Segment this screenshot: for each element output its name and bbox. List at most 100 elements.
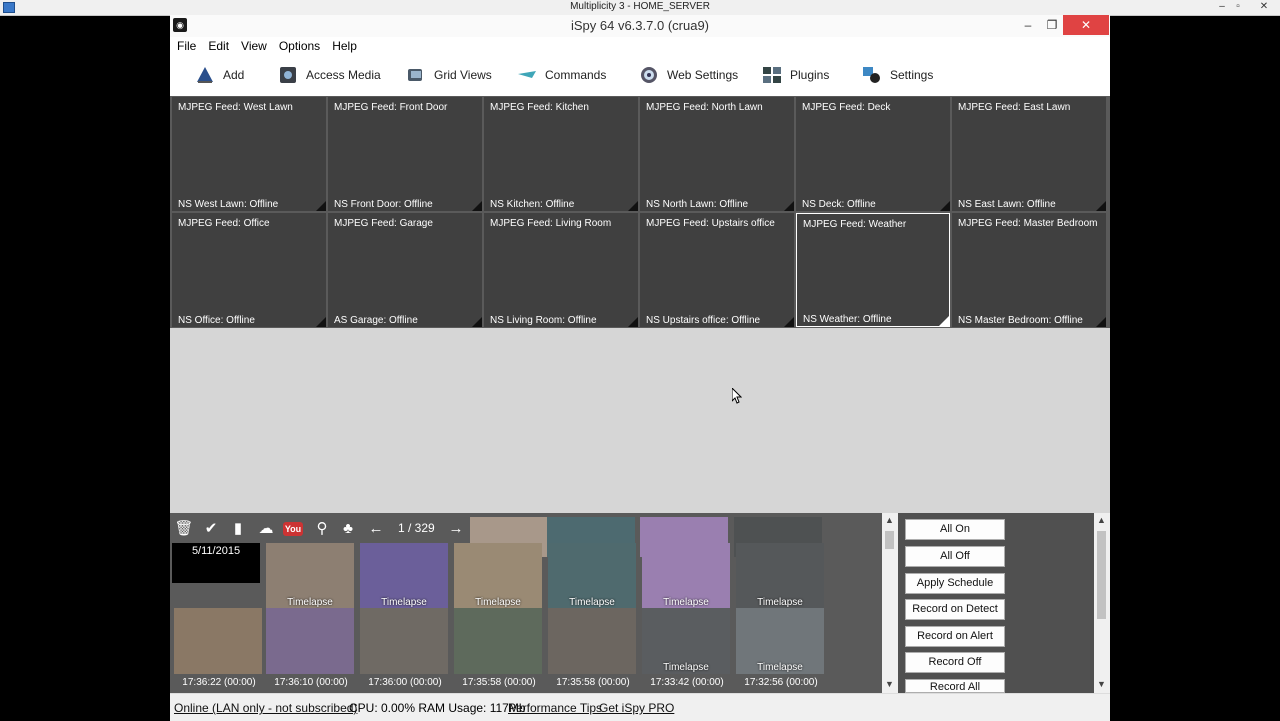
grid-views-icon: [408, 69, 422, 81]
camera-title: MJPEG Feed: Weather: [803, 219, 907, 230]
camera-title: MJPEG Feed: Deck: [802, 102, 891, 113]
media-thumbnail[interactable]: Timelapse: [548, 543, 636, 609]
thumbnail-time: 17:35:58 (00:00): [462, 677, 536, 688]
media-thumbnail[interactable]: Timelapse: [642, 543, 730, 609]
camera-tile[interactable]: MJPEG Feed: West Lawn NS West Lawn: Offli…: [172, 97, 326, 211]
check-icon[interactable]: ✔: [201, 519, 221, 539]
camera-tile[interactable]: MJPEG Feed: Kitchen NS Kitchen: Offline: [484, 97, 638, 211]
resize-handle-icon[interactable]: [316, 201, 326, 211]
outer-restore-button[interactable]: ▫: [1230, 0, 1246, 14]
resize-handle-icon[interactable]: [316, 317, 326, 327]
media-thumbnail[interactable]: [174, 608, 262, 674]
thumbnail-label: Timelapse: [287, 597, 333, 608]
commands-icon: [518, 71, 536, 78]
add-icon: [197, 67, 213, 83]
get-ispy-pro-link[interactable]: Get iSpy PRO: [599, 701, 674, 715]
camera-status: NS West Lawn: Offline: [178, 199, 279, 210]
camera-tile-selected[interactable]: MJPEG Feed: Weather NS Weather: Offline: [796, 213, 950, 327]
camera-tile[interactable]: MJPEG Feed: Deck NS Deck: Offline: [796, 97, 950, 211]
menu-edit[interactable]: Edit: [202, 37, 235, 55]
upload-cloud-icon[interactable]: ☁: [256, 519, 276, 539]
access-media-button[interactable]: Access Media: [278, 65, 381, 85]
camera-title: MJPEG Feed: Front Door: [334, 102, 448, 113]
resize-handle-icon[interactable]: [472, 201, 482, 211]
media-scrollbar[interactable]: ▲ ▼: [882, 513, 898, 693]
archive-icon[interactable]: ▮: [228, 519, 248, 539]
resize-handle-icon[interactable]: [784, 317, 794, 327]
resize-handle-icon[interactable]: [939, 316, 949, 326]
camera-tile[interactable]: MJPEG Feed: Garage AS Garage: Offline: [328, 213, 482, 327]
outer-close-button[interactable]: ✕: [1256, 0, 1272, 14]
menu-view[interactable]: View: [235, 37, 273, 55]
settings-icon: [863, 67, 880, 83]
resize-handle-icon[interactable]: [628, 317, 638, 327]
media-thumbnail[interactable]: Timelapse: [736, 543, 824, 609]
resize-handle-icon[interactable]: [472, 317, 482, 327]
camera-tile[interactable]: MJPEG Feed: Office NS Office: Offline: [172, 213, 326, 327]
scroll-up-icon[interactable]: ▲: [885, 515, 894, 525]
resize-handle-icon[interactable]: [628, 201, 638, 211]
grid-views-button[interactable]: Grid Views: [406, 65, 492, 85]
record-on-alert-button[interactable]: Record on Alert: [905, 626, 1005, 647]
menu-help[interactable]: Help: [326, 37, 363, 55]
media-thumbnail[interactable]: [266, 608, 354, 674]
performance-tips-link[interactable]: Performance Tips: [508, 701, 602, 715]
share-icon[interactable]: ♣: [338, 519, 358, 539]
menu-options[interactable]: Options: [273, 37, 326, 55]
scroll-down-icon[interactable]: ▼: [885, 679, 894, 689]
search-icon[interactable]: ⚲: [312, 519, 332, 539]
scroll-down-icon[interactable]: ▼: [1097, 679, 1106, 689]
apply-schedule-button[interactable]: Apply Schedule: [905, 573, 1005, 594]
close-button[interactable]: ✕: [1063, 15, 1109, 35]
camera-tile[interactable]: MJPEG Feed: Master Bedroom NS Master Bedr…: [952, 213, 1106, 327]
resize-handle-icon[interactable]: [940, 201, 950, 211]
commands-button[interactable]: Commands: [517, 65, 606, 85]
camera-tile[interactable]: MJPEG Feed: Living Room NS Living Room: O…: [484, 213, 638, 327]
previous-page-icon[interactable]: ←: [366, 519, 386, 539]
date-label: 5/11/2015: [191, 545, 241, 557]
camera-title: MJPEG Feed: West Lawn: [178, 102, 293, 113]
camera-status: NS East Lawn: Offline: [958, 199, 1056, 210]
plugins-button[interactable]: Plugins: [762, 65, 829, 85]
next-page-icon[interactable]: →: [446, 519, 466, 539]
remote-desktop-title: Multiplicity 3 - HOME_SERVER: [570, 1, 710, 12]
menu-file[interactable]: File: [171, 37, 202, 55]
media-thumbnail[interactable]: Timelapse: [266, 543, 354, 609]
resize-handle-icon[interactable]: [1096, 317, 1106, 327]
camera-title: MJPEG Feed: Office: [178, 218, 270, 229]
main-toolbar: Add Access Media Grid Views Commands Web…: [170, 55, 1110, 97]
media-thumbnail[interactable]: Timelapse: [454, 543, 542, 609]
web-settings-button[interactable]: Web Settings: [639, 65, 738, 85]
add-button[interactable]: Add: [195, 65, 244, 85]
resize-handle-icon[interactable]: [784, 201, 794, 211]
camera-tile[interactable]: MJPEG Feed: East Lawn NS East Lawn: Offli…: [952, 97, 1106, 211]
media-thumbnail[interactable]: Timelapse: [642, 608, 730, 674]
delete-icon[interactable]: 🗑: [174, 519, 194, 539]
all-on-button[interactable]: All On: [905, 519, 1005, 540]
camera-tile[interactable]: MJPEG Feed: Upstairs office NS Upstairs o…: [640, 213, 794, 327]
media-thumbnail[interactable]: [454, 608, 542, 674]
media-thumbnail[interactable]: [360, 608, 448, 674]
scroll-up-icon[interactable]: ▲: [1097, 515, 1106, 525]
command-scrollbar[interactable]: ▲ ▼: [1094, 513, 1110, 693]
workspace-area[interactable]: [170, 328, 1110, 513]
date-header: 5/11/2015: [172, 543, 260, 583]
record-off-button[interactable]: Record Off: [905, 652, 1005, 673]
all-off-button[interactable]: All Off: [905, 546, 1005, 567]
resize-handle-icon[interactable]: [1096, 201, 1106, 211]
thumbnail-time: 17:36:22 (00:00): [182, 677, 256, 688]
settings-button[interactable]: Settings: [862, 65, 933, 85]
scroll-thumb[interactable]: [1097, 531, 1106, 619]
media-thumbnail[interactable]: Timelapse: [360, 543, 448, 609]
online-status-link[interactable]: Online (LAN only - not subscribed): [174, 701, 357, 715]
camera-tile[interactable]: MJPEG Feed: North Lawn NS North Lawn: Off…: [640, 97, 794, 211]
record-on-detect-button[interactable]: Record on Detect: [905, 599, 1005, 620]
record-all-button[interactable]: Record All: [905, 679, 1005, 693]
outer-minimize-button[interactable]: –: [1214, 0, 1230, 14]
youtube-icon[interactable]: You: [283, 522, 303, 536]
media-thumbnail[interactable]: [548, 608, 636, 674]
camera-status: NS Kitchen: Offline: [490, 199, 575, 210]
scroll-thumb[interactable]: [885, 531, 894, 549]
media-thumbnail[interactable]: Timelapse: [736, 608, 824, 674]
camera-tile[interactable]: MJPEG Feed: Front Door NS Front Door: Off…: [328, 97, 482, 211]
